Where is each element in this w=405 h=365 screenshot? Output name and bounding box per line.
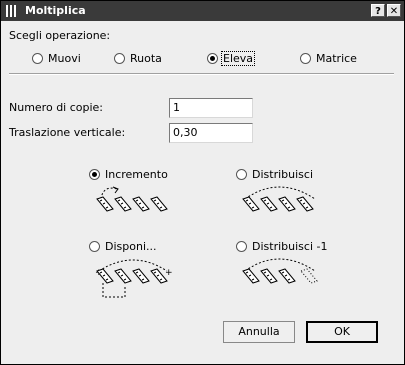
radio-matrice-label[interactable]: Matrice	[316, 52, 357, 65]
radio-distribuisci-minus-one[interactable]	[236, 241, 247, 252]
distribute-illustration	[242, 186, 316, 212]
distribute-minus-one-illustration	[242, 258, 318, 284]
radio-eleva-label[interactable]: Eleva	[221, 51, 256, 66]
radio-selected-dot	[210, 56, 215, 61]
radio-disponi-label[interactable]: Disponi...	[105, 240, 157, 253]
radio-distribuisci-minus-one-label[interactable]: Distribuisci -1	[252, 240, 327, 253]
radio-distribuisci-label[interactable]: Distribuisci	[252, 168, 313, 181]
arrange-illustration: + +	[95, 259, 173, 298]
separator-highlight	[9, 74, 394, 75]
radio-incremento[interactable]	[89, 169, 100, 180]
title-bar: Moltiplica ? ✕	[1, 1, 404, 21]
window-title: Moltiplica	[25, 4, 86, 17]
radio-ruota-label[interactable]: Ruota	[130, 52, 162, 65]
vertical-offset-field[interactable]: 0,30	[169, 123, 253, 143]
increment-illustration	[96, 186, 168, 212]
radio-distribuisci[interactable]	[236, 169, 247, 180]
columns-icon	[5, 4, 19, 21]
radio-matrice[interactable]	[300, 53, 311, 64]
radio-ruota[interactable]	[114, 53, 125, 64]
copies-label: Numero di copie:	[9, 101, 104, 114]
ok-button[interactable]: OK	[306, 321, 378, 343]
offset-label: Traslazione verticale:	[9, 126, 126, 139]
copies-field[interactable]: 1	[169, 98, 253, 118]
radio-disponi[interactable]	[89, 241, 100, 252]
close-button[interactable]: ✕	[387, 4, 401, 17]
radio-muovi[interactable]	[32, 53, 43, 64]
multiply-dialog: Moltiplica ? ✕ Scegli operazione: Muovi …	[0, 0, 405, 365]
svg-text:+: +	[165, 268, 173, 278]
radio-muovi-label[interactable]: Muovi	[48, 52, 81, 65]
operation-label: Scegli operazione:	[9, 29, 111, 42]
radio-incremento-label[interactable]: Incremento	[105, 168, 168, 181]
cancel-button[interactable]: Annulla	[223, 321, 295, 343]
radio-selected-dot	[92, 172, 97, 177]
radio-eleva[interactable]	[207, 53, 218, 64]
help-button[interactable]: ?	[371, 4, 385, 17]
